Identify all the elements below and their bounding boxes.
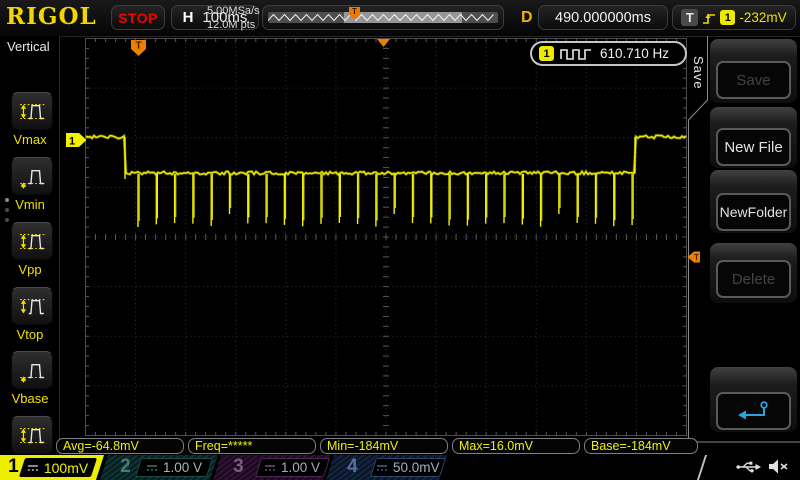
speaker-muted-icon[interactable] [768, 458, 789, 475]
menu-tab-save: Save [691, 56, 706, 90]
usb-icon[interactable] [736, 459, 761, 475]
hpos-track [268, 12, 498, 23]
delay-value[interactable]: 490.000000ms [538, 5, 668, 30]
channel-number: 3 [233, 456, 244, 478]
svg-text:T: T [135, 41, 141, 52]
menu-item-delete: Delete [710, 243, 797, 303]
sidebar-item-label: Vpp [0, 262, 60, 277]
dc-coupling-icon [27, 464, 39, 472]
measure-sidebar: Vertical Vmax Vmin Vpp Vtop Vbase Vamp [0, 36, 60, 455]
delete-button[interactable]: Delete [716, 260, 791, 298]
channel-scale: 100mV [44, 460, 88, 476]
freq-counter-value: 610.710 Hz [600, 46, 669, 61]
sidebar-item-label: Vmin [0, 197, 60, 212]
measurement-base: Base=-184mV [584, 438, 698, 454]
channel-3-tab[interactable]: 3 1.00 V [213, 455, 331, 480]
channel-scale: 50.0mV [393, 460, 440, 475]
svg-text:1: 1 [69, 136, 75, 148]
dc-coupling-icon [376, 464, 388, 472]
sidebar-item-label: Vbase [0, 391, 60, 406]
horizontal-label: H [183, 9, 194, 26]
channel-1-tab[interactable]: 1 100mV [0, 455, 104, 480]
vmax-icon [17, 97, 47, 125]
frequency-counter: 1 610.710 Hz [530, 41, 687, 66]
vpp-icon [17, 227, 47, 255]
statusbar-divider [697, 455, 707, 480]
vamp-icon [17, 421, 47, 449]
menu-item-save: Save [710, 39, 797, 103]
trigger-status-box[interactable]: T 1 -232mV [672, 5, 796, 30]
channel-number: 4 [347, 456, 358, 478]
trigger-level-value: -232mV [739, 10, 786, 25]
sidebar-title: Vertical [7, 39, 50, 54]
dc-coupling-icon [264, 464, 276, 472]
hpos-wave-icon [268, 12, 498, 23]
channel-4-tab[interactable]: 4 50.0mV [326, 455, 447, 480]
rising-edge-icon [702, 10, 716, 26]
menu-item-back [710, 367, 797, 432]
freq-channel-badge: 1 [539, 46, 554, 61]
vbase-icon [17, 356, 47, 384]
scroll-dot [5, 208, 9, 212]
back-button[interactable] [716, 392, 791, 430]
oscilloscope-screen: T 1 T RIGOL STOP H 100ms 5.00MSa/s 12.0M p… [0, 0, 800, 480]
channel-number: 2 [120, 456, 131, 478]
delay-label: D [521, 9, 533, 27]
menu-item-new-file: New File [710, 107, 797, 168]
sample-rate: 5.00MSa/s [207, 4, 261, 18]
channel-2-tab[interactable]: 2 1.00 V [100, 455, 218, 480]
measurement-freq: Freq=***** [188, 438, 316, 454]
scroll-dot [5, 218, 9, 222]
trigger-source-badge: 1 [720, 10, 735, 25]
measurement-max: Max=16.0mV [452, 438, 580, 454]
new-folder-button[interactable]: NewFolder [716, 193, 791, 231]
new-file-button[interactable]: New File [716, 128, 791, 166]
channel-number: 1 [8, 456, 19, 478]
save-button[interactable]: Save [716, 61, 791, 99]
sidebar-item-label: Vtop [0, 327, 60, 342]
channel-status-bar: 1 100mV 2 1.00 V [0, 455, 800, 480]
measurement-min: Min=-184mV [320, 438, 448, 454]
run-stop-status[interactable]: STOP [111, 5, 165, 30]
channel-scale: 1.00 V [163, 460, 202, 475]
channel-scale: 1.00 V [281, 460, 320, 475]
rigol-logo: RIGOL [6, 3, 97, 30]
measurement-avg: Avg=-64.8mV [56, 438, 184, 454]
memory-depth: 12.0M pts [207, 18, 261, 32]
vmin-icon [17, 162, 47, 190]
trigger-label: T [681, 9, 698, 26]
sidebar-item-label: Vmax [0, 132, 60, 147]
scroll-dot [5, 198, 9, 202]
top-status-bar: RIGOL STOP H 100ms 5.00MSa/s 12.0M pts T… [0, 0, 800, 37]
acquisition-info: 5.00MSa/s 12.0M pts [207, 4, 261, 32]
square-wave-icon [560, 47, 594, 60]
svg-text:T: T [694, 253, 699, 262]
horizontal-position-indicator[interactable]: T [262, 5, 504, 30]
vtop-icon [17, 292, 47, 320]
scope-graticule-svg: T 1 T [0, 0, 800, 480]
menu-item-new-folder: NewFolder [710, 170, 797, 233]
dc-coupling-icon [146, 464, 158, 472]
return-arrow-icon [737, 400, 771, 422]
